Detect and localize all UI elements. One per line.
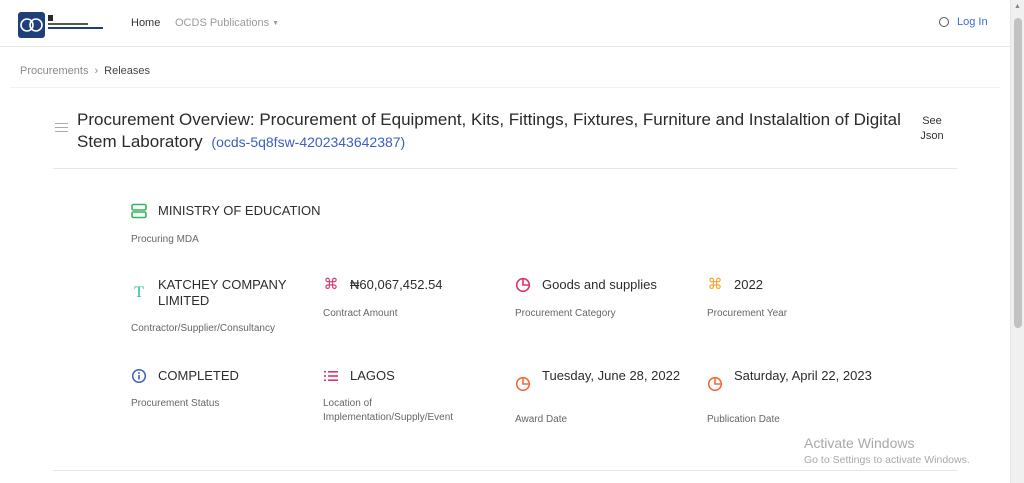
contractor-value: KATCHEY COMPANY LIMITED xyxy=(158,277,287,308)
pie-chart-icon xyxy=(707,376,723,392)
watermark-subtitle: Go to Settings to activate Windows. xyxy=(804,454,970,466)
scroll-up-icon[interactable]: ▲ xyxy=(1014,3,1021,10)
pie-chart-icon xyxy=(515,277,531,293)
breadcrumb-releases: Releases xyxy=(104,65,151,77)
mda-value: MINISTRY OF EDUCATION xyxy=(158,203,321,218)
nav-home-link[interactable]: Home xyxy=(131,17,160,29)
login-circle-icon xyxy=(939,17,949,27)
title-divider xyxy=(53,168,957,169)
see-json-button[interactable]: See Json xyxy=(912,114,952,144)
category-value: Goods and supplies xyxy=(542,277,657,292)
publication-date-value: Saturday, April 22, 2023 xyxy=(734,368,872,383)
breadcrumb-procurements[interactable]: Procurements xyxy=(20,65,88,77)
top-navbar: Home OCDS Publications ▼ Log In xyxy=(0,0,1010,47)
breadcrumb-separator-icon: › xyxy=(94,65,99,77)
menu-lines-icon xyxy=(55,123,68,135)
amount-label: Contract Amount xyxy=(323,308,398,319)
year-value: 2022 xyxy=(734,277,763,292)
category-label: Procurement Category xyxy=(515,308,616,319)
page-title-text: Procurement Overview: Procurement of Equ… xyxy=(77,110,901,151)
watermark-title: Activate Windows xyxy=(804,435,915,451)
page-title: Procurement Overview: Procurement of Equ… xyxy=(77,109,907,153)
year-label: Procurement Year xyxy=(707,308,788,319)
award-date-label: Award Date xyxy=(515,414,568,425)
location-value: LAGOS xyxy=(350,368,395,383)
publication-date-label: Publication Date xyxy=(707,414,780,425)
pie-chart-icon xyxy=(515,376,531,392)
ppa-logo[interactable] xyxy=(18,12,106,38)
status-label: Procurement Status xyxy=(131,398,220,409)
caret-down-icon: ▼ xyxy=(272,20,280,27)
amount-value: ₦60,067,452.54 xyxy=(350,277,443,292)
command-icon: ⌘ xyxy=(707,276,723,293)
info-icon xyxy=(131,368,147,384)
award-date-value: Tuesday, June 28, 2022 xyxy=(542,368,681,383)
ocid-link[interactable]: (ocds-5q8fsw-4202343642387) xyxy=(211,134,405,150)
breadcrumb-divider xyxy=(10,87,1000,88)
page-scrollbar[interactable]: ▲ xyxy=(1010,0,1024,483)
list-icon xyxy=(324,371,338,381)
status-value: COMPLETED xyxy=(158,368,239,383)
location-label: Location of Implementation/Supply/Event xyxy=(323,398,454,423)
breadcrumb: Procurements › Releases xyxy=(20,65,150,77)
command-icon: ⌘ xyxy=(323,276,339,293)
login-label: Log In xyxy=(957,16,988,28)
nav-ocds-publications-dropdown[interactable]: OCDS Publications ▼ xyxy=(175,17,279,29)
server-icon xyxy=(131,203,147,219)
content-bottom-divider xyxy=(53,470,957,471)
login-link[interactable]: Log In xyxy=(939,16,988,28)
windows-activation-watermark: Activate Windows Go to Settings to activ… xyxy=(804,435,970,466)
scrollbar-thumb[interactable] xyxy=(1014,18,1022,328)
contractor-label: Contractor/Supplier/Consultancy xyxy=(131,323,275,334)
nav-ocds-label: OCDS Publications xyxy=(175,17,270,29)
mda-label: Procuring MDA xyxy=(131,234,199,245)
text-icon: T xyxy=(134,284,144,301)
